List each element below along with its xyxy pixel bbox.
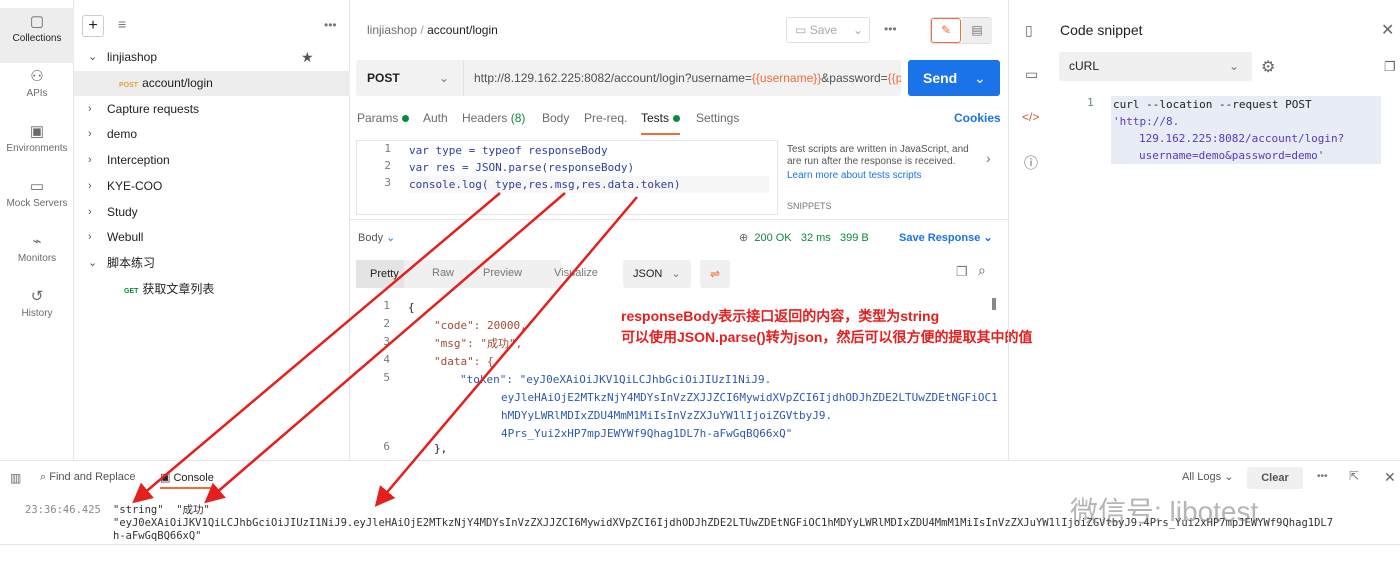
annotation-arrows: [132, 192, 638, 507]
arrow-type: [132, 192, 501, 504]
